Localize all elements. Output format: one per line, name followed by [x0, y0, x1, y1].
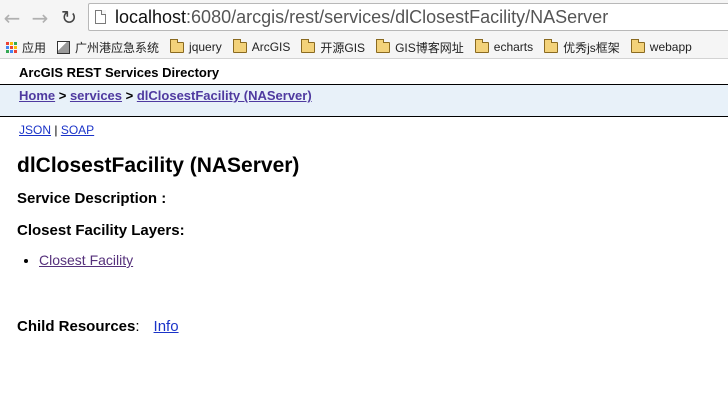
service-description-label: Service Description : [17, 190, 167, 207]
folder-icon [301, 38, 316, 53]
bookmark-label: 优秀js框架 [563, 40, 620, 55]
bookmark-echarts[interactable]: echarts [474, 38, 534, 54]
child-resources-label: Child Resources [17, 318, 136, 335]
address-bar[interactable]: localhost:6080/arcgis/rest/services/dlCl… [88, 3, 728, 31]
breadcrumb-home-link[interactable]: Home [19, 88, 55, 103]
bookmark-label: 开源GIS [320, 40, 366, 55]
page-icon [95, 10, 106, 24]
info-link[interactable]: Info [154, 318, 179, 335]
bookmark-label: 应用 [22, 40, 47, 55]
breadcrumb-separator: > [55, 88, 70, 103]
format-links: JSON | SOAP [19, 123, 728, 137]
layers-label: Closest Facility Layers: [17, 222, 185, 239]
browser-toolbar: ← → ↻ localhost:6080/arcgis/rest/service… [0, 0, 728, 36]
soap-link[interactable]: SOAP [61, 123, 94, 137]
url-host: localhost [115, 7, 187, 27]
breadcrumb-services-link[interactable]: services [70, 88, 122, 103]
bookmark-arcgis[interactable]: ArcGIS [232, 38, 291, 54]
bookmark-label: 广州港应急系统 [75, 40, 160, 55]
bookmark-label: GIS博客网址 [395, 40, 464, 55]
apps-grid-icon [6, 41, 17, 53]
bookmark-webapp[interactable]: webapp [630, 38, 692, 54]
folder-icon [474, 38, 489, 53]
folder-icon [232, 38, 247, 53]
reload-icon[interactable]: ↻ [57, 6, 81, 30]
url-path: :6080/arcgis/rest/services/dlClosestFaci… [186, 7, 609, 27]
bookmark-jquery[interactable]: jquery [170, 38, 222, 54]
bookmark-js-frameworks[interactable]: 优秀js框架 [544, 38, 620, 56]
child-resources: Child Resources: Info [17, 318, 728, 335]
breadcrumb-current-link[interactable]: dlClosestFacility (NAServer) [137, 88, 312, 103]
site-icon [57, 40, 71, 54]
bookmark-label: jquery [189, 40, 222, 54]
json-link[interactable]: JSON [19, 123, 51, 137]
directory-title: ArcGIS REST Services Directory [19, 65, 220, 80]
back-arrow-icon[interactable]: ← [0, 6, 24, 30]
url-text[interactable]: localhost:6080/arcgis/rest/services/dlCl… [115, 7, 608, 28]
list-item: Closest Facility [39, 252, 728, 268]
layer-list: Closest Facility [39, 252, 728, 268]
format-separator: | [51, 123, 61, 137]
folder-icon [170, 38, 185, 53]
page-title: dlClosestFacility (NAServer) [17, 154, 300, 177]
bookmark-label: echarts [493, 40, 534, 54]
child-resources-colon: : [135, 318, 140, 335]
closest-facility-link[interactable]: Closest Facility [39, 252, 133, 268]
folder-icon [376, 38, 391, 53]
bookmark-label: ArcGIS [251, 40, 291, 54]
forward-arrow-icon[interactable]: → [28, 6, 52, 30]
bookmark-label: webapp [649, 40, 692, 54]
bookmark-gz-port[interactable]: 广州港应急系统 [57, 39, 159, 56]
folder-icon [630, 38, 645, 53]
breadcrumb-separator: > [122, 88, 137, 103]
bookmarks-bar: 应用 广州港应急系统 jquery ArcGIS 开源GIS GIS博客网址 e… [0, 36, 728, 59]
bookmark-apps[interactable]: 应用 [6, 39, 46, 56]
folder-icon [544, 38, 559, 53]
bookmark-open-gis[interactable]: 开源GIS [301, 38, 366, 56]
breadcrumb: Home > services > dlClosestFacility (NAS… [0, 84, 728, 117]
bookmark-gis-blogs[interactable]: GIS博客网址 [376, 38, 464, 56]
